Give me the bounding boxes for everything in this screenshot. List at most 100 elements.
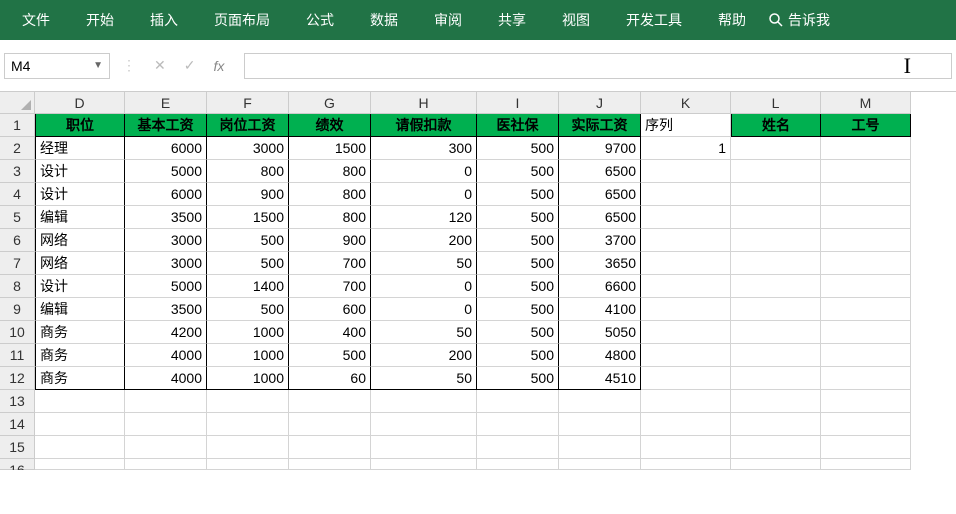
- cell[interactable]: [125, 390, 207, 413]
- cell[interactable]: 3000: [207, 137, 289, 160]
- cell[interactable]: [125, 413, 207, 436]
- cell[interactable]: [641, 252, 731, 275]
- cell[interactable]: [821, 206, 911, 229]
- cell[interactable]: [559, 459, 641, 470]
- cell[interactable]: 800: [207, 160, 289, 183]
- cell[interactable]: 500: [477, 252, 559, 275]
- col-header-G[interactable]: G: [289, 92, 371, 114]
- cell[interactable]: 1000: [207, 367, 289, 390]
- fx-label[interactable]: fx: [213, 58, 224, 74]
- cell[interactable]: 商务: [35, 321, 125, 344]
- row-header[interactable]: 2: [0, 137, 35, 160]
- cell[interactable]: 网络: [35, 252, 125, 275]
- cell[interactable]: [125, 436, 207, 459]
- cell[interactable]: 设计: [35, 160, 125, 183]
- col-header-M[interactable]: M: [821, 92, 911, 114]
- cell[interactable]: [371, 390, 477, 413]
- cell[interactable]: 1000: [207, 321, 289, 344]
- cell[interactable]: 3000: [125, 252, 207, 275]
- cell[interactable]: 800: [289, 183, 371, 206]
- cell[interactable]: [641, 390, 731, 413]
- cell[interactable]: 绩效: [289, 114, 371, 137]
- cell[interactable]: 6000: [125, 183, 207, 206]
- cell[interactable]: [35, 390, 125, 413]
- cell[interactable]: 500: [477, 344, 559, 367]
- cell[interactable]: [641, 321, 731, 344]
- cell[interactable]: [821, 298, 911, 321]
- cell[interactable]: [641, 160, 731, 183]
- row-header[interactable]: 15: [0, 436, 35, 459]
- cell[interactable]: [821, 275, 911, 298]
- tell-me-search[interactable]: 告诉我: [764, 10, 834, 30]
- cancel-icon[interactable]: ✕: [154, 57, 166, 74]
- row-header[interactable]: 11: [0, 344, 35, 367]
- row-header[interactable]: 16: [0, 459, 35, 470]
- cell[interactable]: [207, 413, 289, 436]
- cell[interactable]: [207, 436, 289, 459]
- cell[interactable]: 医社保: [477, 114, 559, 137]
- cell[interactable]: 编辑: [35, 298, 125, 321]
- cell[interactable]: 500: [477, 321, 559, 344]
- cell[interactable]: 1400: [207, 275, 289, 298]
- cell[interactable]: [641, 298, 731, 321]
- cell[interactable]: 500: [289, 344, 371, 367]
- cell[interactable]: 50: [371, 321, 477, 344]
- cell[interactable]: [731, 229, 821, 252]
- cell[interactable]: 6500: [559, 206, 641, 229]
- cell[interactable]: [559, 436, 641, 459]
- cell[interactable]: 400: [289, 321, 371, 344]
- cell[interactable]: [371, 459, 477, 470]
- cell[interactable]: 0: [371, 298, 477, 321]
- col-header-I[interactable]: I: [477, 92, 559, 114]
- col-header-K[interactable]: K: [641, 92, 731, 114]
- tab-layout[interactable]: 页面布局: [196, 0, 288, 40]
- cell[interactable]: [641, 206, 731, 229]
- tab-data[interactable]: 数据: [352, 0, 416, 40]
- tab-view[interactable]: 视图: [544, 0, 608, 40]
- cell[interactable]: [821, 321, 911, 344]
- row-header[interactable]: 14: [0, 413, 35, 436]
- cell[interactable]: 4000: [125, 344, 207, 367]
- cell[interactable]: 4800: [559, 344, 641, 367]
- row-header[interactable]: 6: [0, 229, 35, 252]
- cell[interactable]: 岗位工资: [207, 114, 289, 137]
- cell[interactable]: 900: [289, 229, 371, 252]
- cell[interactable]: 5000: [125, 275, 207, 298]
- cell[interactable]: [207, 459, 289, 470]
- cell[interactable]: [641, 183, 731, 206]
- cell[interactable]: 500: [477, 137, 559, 160]
- cell[interactable]: 0: [371, 183, 477, 206]
- cell[interactable]: [731, 367, 821, 390]
- cell[interactable]: 800: [289, 160, 371, 183]
- tab-share[interactable]: 共享: [480, 0, 544, 40]
- cell[interactable]: 9700: [559, 137, 641, 160]
- cell[interactable]: [559, 390, 641, 413]
- cell[interactable]: 6500: [559, 183, 641, 206]
- cell[interactable]: 200: [371, 344, 477, 367]
- tab-file[interactable]: 文件: [4, 0, 68, 40]
- formula-input[interactable]: I: [244, 53, 952, 79]
- cell[interactable]: 基本工资: [125, 114, 207, 137]
- row-header[interactable]: 7: [0, 252, 35, 275]
- cell[interactable]: 500: [477, 275, 559, 298]
- cell[interactable]: 1500: [207, 206, 289, 229]
- cell[interactable]: [731, 183, 821, 206]
- cell[interactable]: 1000: [207, 344, 289, 367]
- cell[interactable]: 500: [477, 183, 559, 206]
- cell[interactable]: [821, 390, 911, 413]
- cell[interactable]: [821, 344, 911, 367]
- cell[interactable]: [821, 252, 911, 275]
- row-header[interactable]: 4: [0, 183, 35, 206]
- cell[interactable]: 50: [371, 367, 477, 390]
- cell[interactable]: 3500: [125, 298, 207, 321]
- cell[interactable]: [731, 344, 821, 367]
- cell[interactable]: 实际工资: [559, 114, 641, 137]
- cell[interactable]: 50: [371, 252, 477, 275]
- cell[interactable]: 900: [207, 183, 289, 206]
- cell[interactable]: [477, 436, 559, 459]
- tab-developer[interactable]: 开发工具: [608, 0, 700, 40]
- cell[interactable]: 700: [289, 252, 371, 275]
- cell[interactable]: 700: [289, 275, 371, 298]
- cell[interactable]: 500: [477, 206, 559, 229]
- row-header[interactable]: 10: [0, 321, 35, 344]
